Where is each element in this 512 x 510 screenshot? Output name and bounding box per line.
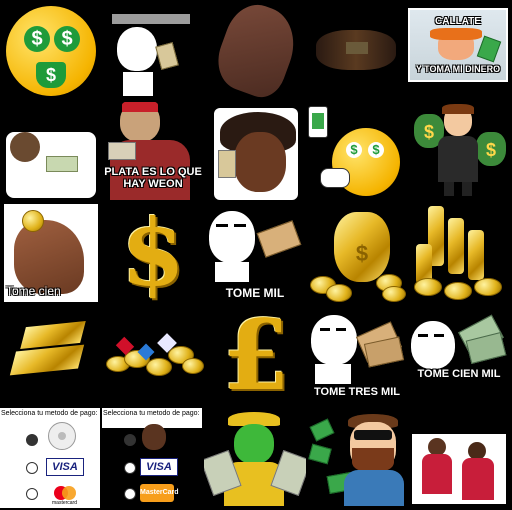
bill-icon	[155, 42, 179, 70]
meme-face-icon	[410, 320, 456, 370]
bill-icon	[218, 150, 236, 178]
pound-sign-icon: £	[222, 306, 290, 408]
sticker-businessman-money-bags[interactable]: $ $	[408, 102, 510, 204]
suit-icon	[438, 136, 478, 182]
sticker-girl-selfie[interactable]	[204, 102, 306, 204]
coin-icon	[22, 210, 44, 232]
sticker-gold-bars[interactable]	[0, 306, 102, 408]
toilet-paper-icon	[48, 422, 76, 450]
radio-icon	[124, 488, 136, 500]
fry-hair-icon	[430, 28, 482, 40]
sticker-finger-snap[interactable]	[204, 0, 306, 102]
face-icon	[234, 132, 286, 192]
sticker-gold-money-bag-coins[interactable]: $	[306, 204, 408, 306]
caption-bar	[112, 14, 190, 24]
coin-icon	[382, 286, 406, 302]
sticker-meme-face-money[interactable]	[102, 0, 204, 102]
caption-top: CALLATE	[435, 16, 481, 27]
dollar-sign-icon: $	[120, 204, 185, 306]
bill-icon	[46, 156, 78, 172]
sticker-tome-cien-hand[interactable]: Tome cien	[0, 204, 102, 306]
girl-face-icon	[142, 424, 166, 450]
caption-bottom: Y TOMA MI DINERO	[415, 64, 501, 74]
dollar-eye-left-icon: $	[24, 26, 50, 52]
coin-icon	[182, 358, 204, 374]
sticker-man-counting-money[interactable]	[0, 102, 102, 204]
person-head-icon	[10, 132, 40, 162]
bill-icon	[309, 418, 335, 442]
caption: TOME CIEN MIL	[417, 368, 501, 380]
bill-icon	[256, 220, 302, 258]
mask-face-icon	[234, 424, 274, 464]
dollar-eye-right-icon: $	[368, 142, 384, 158]
radio-icon	[26, 462, 38, 474]
coin-icon	[444, 282, 472, 300]
money-bag-right-icon: $	[476, 132, 506, 166]
sticker-emoji-phone-money[interactable]: $ $	[306, 102, 408, 204]
sticker-coin-stacks[interactable]	[408, 204, 510, 306]
radio-selected-icon	[26, 434, 38, 446]
meme-face-icon	[208, 210, 256, 264]
radio-selected-icon	[124, 434, 136, 446]
coin-icon	[414, 278, 442, 296]
meme-body-icon	[122, 72, 154, 97]
visa-logo: VISA	[46, 458, 84, 476]
sticker-grid: $ $ $ CALLATE Y TOMA MI DINERO PLATA ES …	[0, 0, 512, 510]
shirt-icon	[344, 470, 404, 506]
sticker-gold-dollar-sign[interactable]: $	[102, 204, 204, 306]
sticker-tome-cien-mil[interactable]: TOME CIEN MIL	[408, 306, 510, 408]
sticker-callate-fry[interactable]: CALLATE Y TOMA MI DINERO	[408, 8, 508, 82]
sticker-tome-mil[interactable]: TOME MIL	[204, 204, 306, 306]
dollar-tongue-icon: $	[36, 62, 66, 88]
sticker-payment-method-toilet-paper[interactable]: Selecciona tu metodo de pago: VISA maste…	[0, 408, 100, 508]
caption: PLATA ES LO QUE HAY WEON	[104, 166, 202, 190]
sticker-plata-es-lo-que-hay[interactable]: PLATA ES LO QUE HAY WEON	[102, 102, 204, 204]
caption: Tome cien	[6, 284, 61, 298]
phone-icon	[308, 106, 328, 138]
coin-stack-icon	[468, 230, 484, 280]
caption: TOME MIL	[225, 286, 285, 300]
red-cap-icon	[122, 102, 158, 112]
sticker-lying-on-money[interactable]	[306, 0, 408, 102]
coin-icon	[474, 278, 502, 296]
payment-prompt: Selecciona tu metodo de pago:	[103, 410, 200, 417]
sticker-tome-tres-mil[interactable]: TOME TRES MIL	[306, 306, 408, 408]
coin-stack-icon	[448, 218, 464, 274]
beard-icon	[352, 448, 394, 472]
coin-icon	[326, 284, 352, 302]
meme-face-icon	[310, 314, 358, 366]
sticker-payment-method-girl[interactable]: Selecciona tu metodo de pago: VISA Maste…	[102, 408, 202, 508]
sticker-the-mask-money[interactable]	[204, 408, 306, 510]
cash-pile-icon	[346, 42, 368, 54]
sticker-bearded-man-money[interactable]	[306, 408, 408, 510]
bill-icon	[308, 443, 332, 465]
radio-icon	[26, 488, 38, 500]
sticker-money-eyes-emoji[interactable]: $ $ $	[0, 0, 102, 102]
dollar-eye-left-icon: $	[346, 142, 362, 158]
glove-hand-icon	[320, 168, 350, 188]
payment-prompt: Selecciona tu metodo de pago:	[1, 410, 98, 417]
visa-logo: VISA	[140, 458, 178, 476]
coin-icon	[146, 358, 172, 376]
sunglasses-icon	[354, 430, 392, 440]
sticker-two-people-pointing[interactable]	[408, 408, 510, 510]
dollar-eye-right-icon: $	[54, 26, 80, 52]
mastercard-logo	[54, 486, 76, 500]
gold-bar-icon	[9, 344, 85, 376]
person-body-icon	[422, 454, 452, 494]
dollar-sign-icon: $	[355, 241, 369, 266]
sticker-gems-and-coins[interactable]	[102, 306, 204, 408]
mastercard-logo: MasterCard	[140, 484, 179, 502]
meme-body-icon	[314, 364, 352, 385]
sticker-gold-pound-sign[interactable]: £	[204, 306, 306, 408]
caption: TOME TRES MIL	[314, 386, 400, 398]
meme-body-icon	[214, 262, 250, 283]
hair-icon	[442, 104, 474, 114]
hand-icon	[209, 0, 305, 102]
meme-face-icon	[116, 26, 158, 72]
radio-icon	[124, 462, 136, 474]
bill-icon	[108, 142, 136, 160]
person-body-icon	[462, 458, 494, 500]
